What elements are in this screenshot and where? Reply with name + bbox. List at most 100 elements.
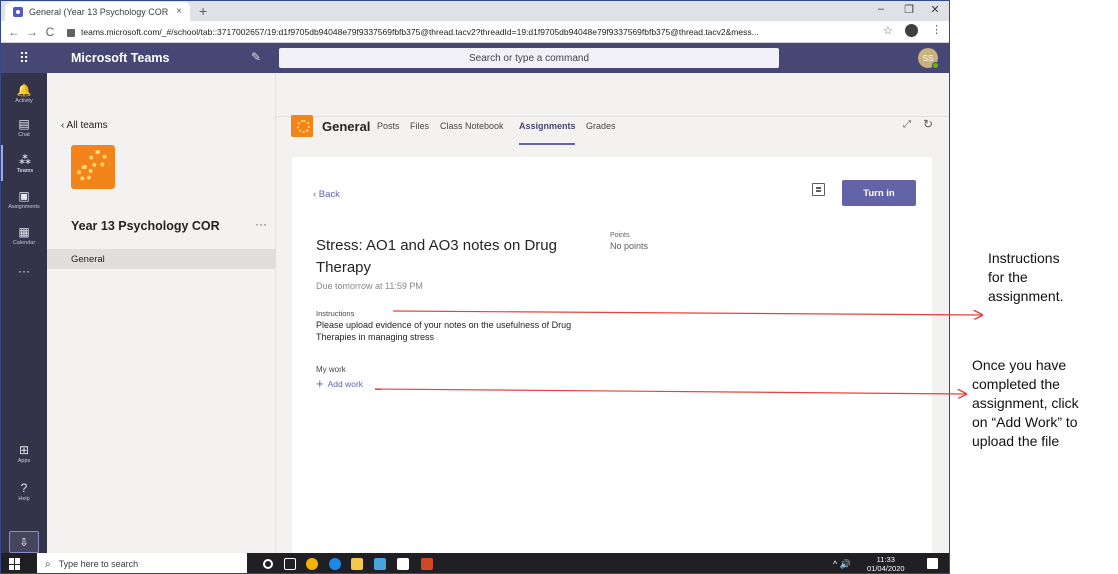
assignment-card: ‹ Back Turn in Stress: AO1 and AO3 notes… [292, 157, 932, 553]
rail-item-more[interactable]: ··· [1, 253, 47, 289]
edge-icon[interactable] [329, 558, 341, 570]
gear-icon [77, 165, 93, 181]
store-icon[interactable] [397, 558, 409, 570]
rail-label: Assignments [8, 203, 40, 210]
assignments-icon: ▣ [18, 188, 30, 203]
reload-icon[interactable]: C [41, 25, 59, 39]
browser-menu-icon[interactable]: ⋮ [931, 23, 942, 36]
screenshot-root: General (Year 13 Psychology COR × + – ❐ … [0, 0, 1118, 574]
help-icon: ? [20, 480, 28, 495]
app-title: Microsoft Teams [71, 51, 170, 65]
bell-icon: 🔔 [16, 82, 32, 97]
tab-posts[interactable]: Posts [377, 121, 400, 131]
notification-icon[interactable] [927, 558, 938, 569]
more-icon: ··· [18, 264, 30, 278]
annotation-line: assignment. [988, 288, 1064, 304]
restore-button[interactable]: ❐ [901, 3, 917, 16]
points-value: No points [610, 241, 649, 251]
annotation-line: assignment, click [972, 395, 1079, 411]
browser-tab[interactable]: General (Year 13 Psychology COR × [5, 2, 190, 21]
taskbar-search-placeholder: Type here to search [58, 559, 139, 569]
rail-label: Help [18, 495, 30, 502]
cortana-icon[interactable] [263, 559, 273, 569]
instructions-label: Instructions [316, 309, 355, 318]
back-arrow-icon[interactable]: ← [5, 25, 23, 39]
channel-logo [291, 115, 313, 137]
teams-header: ⠿ Microsoft Teams ✎ Search or type a com… [1, 43, 949, 73]
all-teams-link[interactable]: ‹ All teams [61, 120, 108, 131]
due-date: Due tomorrow at 11:59 PM [316, 281, 423, 291]
bookmark-star-icon[interactable]: ☆ [883, 24, 893, 37]
tab-files[interactable]: Files [410, 121, 429, 131]
tab-class-notebook[interactable]: Class Notebook [440, 121, 504, 131]
rail-item-activity[interactable]: 🔔 Activity [1, 75, 47, 111]
addwork-annotation: Once you have completed the assignment, … [972, 356, 1079, 451]
windows-taskbar: ⌕ Type here to search ^ 🔊 11:33 01/04/20… [1, 553, 949, 573]
annotation-line: for the [988, 269, 1028, 285]
back-link[interactable]: ‹ Back [313, 189, 340, 200]
forward-arrow-icon[interactable]: → [23, 25, 41, 39]
apps-icon: ⊞ [18, 442, 30, 457]
rail-label: Teams [16, 167, 34, 174]
chat-icon: ▤ [18, 116, 30, 131]
minimize-button[interactable]: – [873, 3, 889, 15]
app-launcher-icon[interactable]: ⠿ [1, 43, 47, 73]
immersive-reader-icon[interactable] [812, 183, 825, 196]
file-explorer-icon[interactable] [351, 558, 363, 570]
browser-tab-title: General (Year 13 Psychology COR [29, 6, 169, 17]
instructions-annotation: Instructions for the assignment. [988, 249, 1063, 306]
tab-assignments[interactable]: Assignments [519, 121, 576, 131]
turn-in-button[interactable]: Turn in [842, 180, 916, 206]
mail-icon[interactable] [374, 558, 386, 570]
team-logo [71, 145, 115, 189]
chrome-icon[interactable] [306, 558, 318, 570]
refresh-icon[interactable]: ↻ [923, 117, 933, 131]
command-search-input[interactable]: Search or type a command [279, 48, 779, 68]
powerpoint-icon[interactable] [421, 558, 433, 570]
rail-item-help[interactable]: ? Help [1, 473, 47, 509]
presence-icon [932, 62, 939, 69]
active-tab-indicator [519, 143, 575, 145]
channel-header [276, 73, 949, 117]
new-tab-button[interactable]: + [199, 3, 207, 19]
assignment-title: Stress: AO1 and AO3 notes on Drug Therap… [316, 237, 557, 276]
channel-item-general[interactable]: General [47, 249, 275, 269]
instructions-text: Please upload evidence of your notes on … [316, 320, 572, 342]
plus-icon: + [316, 376, 324, 391]
rail-item-assignments[interactable]: ▣ Assignments [1, 181, 47, 217]
annotation-line: on “Add Work” to [972, 414, 1078, 430]
download-app-icon[interactable]: ⇩ [9, 531, 39, 553]
main-content: General Posts Files Class Notebook Assig… [276, 73, 949, 553]
tab-grades[interactable]: Grades [586, 121, 616, 131]
tab-strip: General (Year 13 Psychology COR × + – ❐ … [1, 1, 949, 21]
address-bar: ← → C teams.microsoft.com/_#/school/tab:… [1, 21, 949, 43]
rail-label: Activity [15, 97, 33, 104]
task-view-icon[interactable] [284, 558, 296, 570]
taskbar-clock[interactable]: 11:33 01/04/2020 [867, 555, 905, 573]
teams-favicon-icon [13, 6, 23, 17]
lock-icon [67, 29, 75, 37]
rail-item-apps[interactable]: ⊞ Apps [1, 435, 47, 471]
rail-item-chat[interactable]: ▤ Chat [1, 109, 47, 145]
avatar-initials: SS [922, 53, 934, 63]
rail-item-calendar[interactable]: ▦ Calendar [1, 217, 47, 253]
rail-item-teams[interactable]: ⁂ Teams [1, 145, 47, 181]
taskbar-search-input[interactable]: ⌕ Type here to search [37, 553, 247, 573]
team-name: Year 13 Psychology COR [71, 219, 220, 233]
system-tray-icons[interactable]: ^ 🔊 [833, 559, 851, 570]
tab-close-icon[interactable]: × [172, 6, 186, 17]
team-more-options-icon[interactable]: ··· [255, 217, 267, 231]
url-text: teams.microsoft.com/_#/school/tab::37170… [81, 27, 759, 37]
search-icon: ⌕ [45, 558, 51, 570]
new-chat-icon[interactable]: ✎ [251, 50, 261, 64]
browser-account-icon[interactable] [905, 24, 918, 37]
add-work-button[interactable]: + Add work [316, 376, 364, 391]
annotation-line: completed the [972, 376, 1060, 392]
close-window-button[interactable]: ✕ [927, 3, 943, 16]
user-avatar[interactable]: SS [918, 48, 939, 69]
url-field[interactable]: teams.microsoft.com/_#/school/tab::37170… [67, 24, 907, 40]
expand-icon[interactable]: ⤢ [903, 119, 911, 130]
clock-date: 01/04/2020 [867, 564, 905, 573]
windows-start-icon[interactable] [9, 558, 21, 570]
add-work-label: Add work [327, 379, 364, 389]
